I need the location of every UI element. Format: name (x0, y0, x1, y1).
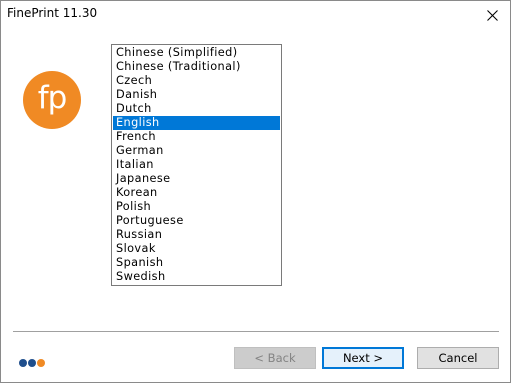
language-item[interactable]: German (113, 144, 280, 158)
language-item[interactable]: Slovak (113, 242, 280, 256)
logo-text: fp (37, 79, 68, 116)
language-item[interactable]: French (113, 130, 280, 144)
language-item[interactable]: Czech (113, 74, 280, 88)
close-icon (486, 9, 498, 21)
language-item[interactable]: Spanish (113, 256, 280, 270)
language-item[interactable]: Swedish (113, 270, 280, 284)
language-item[interactable]: Italian (113, 158, 280, 172)
language-item[interactable]: English (113, 116, 280, 130)
language-item[interactable]: Chinese (Simplified) (113, 46, 280, 60)
window-title: FinePrint 11.30 (7, 6, 98, 20)
next-button[interactable]: Next > (322, 347, 404, 369)
cancel-button[interactable]: Cancel (417, 347, 499, 369)
language-item[interactable]: Portuguese (113, 214, 280, 228)
language-item[interactable]: Japanese (113, 172, 280, 186)
back-button[interactable]: < Back (234, 347, 316, 369)
close-button[interactable] (474, 1, 510, 29)
language-item[interactable]: Korean (113, 186, 280, 200)
installer-window: FinePrint 11.30 fp Chinese (Simplified) C… (0, 0, 511, 383)
language-item[interactable]: Chinese (Traditional) (113, 60, 280, 74)
language-item[interactable]: Polish (113, 200, 280, 214)
progress-dots (19, 359, 45, 368)
progress-dot (19, 359, 27, 367)
progress-dot (28, 359, 36, 367)
title-bar: FinePrint 11.30 (1, 1, 510, 29)
fineprint-logo: fp (23, 71, 81, 129)
footer-divider (13, 331, 499, 332)
progress-dot (37, 359, 45, 367)
language-item[interactable]: Russian (113, 228, 280, 242)
language-listbox[interactable]: Chinese (Simplified) Chinese (Traditional… (111, 44, 282, 286)
language-item[interactable]: Dutch (113, 102, 280, 116)
language-item[interactable]: Danish (113, 88, 280, 102)
